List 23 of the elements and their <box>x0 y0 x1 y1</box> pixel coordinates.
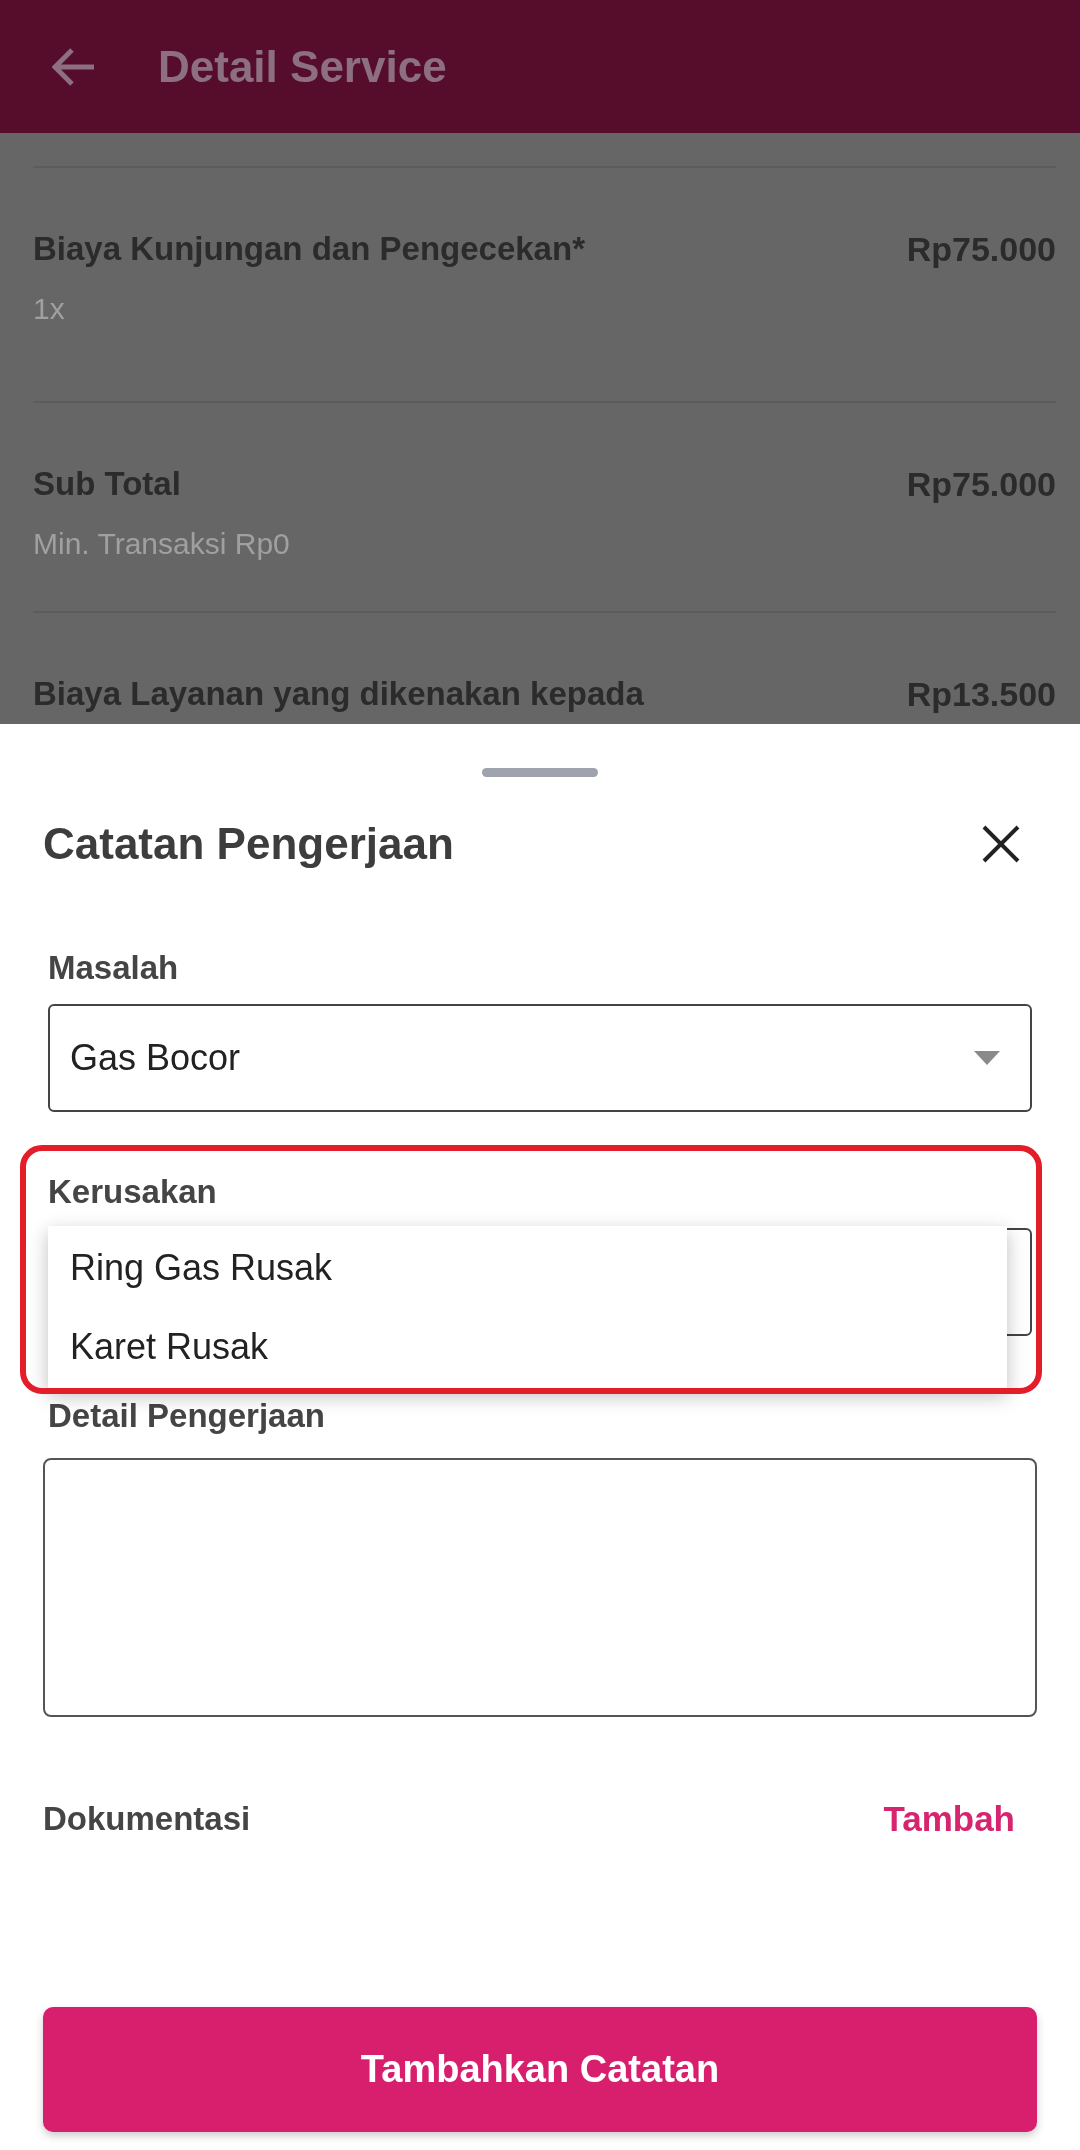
fee-note: Min. Transaksi Rp0 <box>33 526 290 562</box>
field-label: Kerusakan <box>48 1172 218 1212</box>
section-label: Dokumentasi <box>43 1800 251 1838</box>
fee-note: 1x <box>33 291 66 327</box>
close-icon[interactable] <box>981 824 1021 864</box>
menu-option[interactable]: Karet Rusak <box>48 1307 1007 1386</box>
drag-handle[interactable] <box>482 768 598 777</box>
field-label: Masalah <box>48 948 180 988</box>
dropdown-field[interactable]: Gas Bocor <box>48 1004 1032 1112</box>
menu-option[interactable]: Ring Gas Rusak <box>48 1228 1007 1307</box>
fee-amount: Rp75.000 <box>906 229 1056 270</box>
add-link[interactable]: Tambah <box>883 1799 1015 1839</box>
screen-title: Detail Service <box>158 41 447 92</box>
submit-button[interactable]: Tambahkan Catatan <box>43 2007 1037 2132</box>
fee-amount: Rp13.500 <box>906 674 1056 715</box>
fee-name: Sub Total <box>33 464 182 504</box>
field-label: Detail Pengerjaan <box>48 1396 326 1436</box>
back-arrow-icon[interactable] <box>52 46 96 87</box>
sheet-title: Catatan Pengerjaan <box>43 819 454 869</box>
fee-name: Biaya Kunjungan dan Pengecekan* <box>33 229 585 269</box>
fee-name: Biaya Layanan yang dikenakan kepada <box>33 674 644 714</box>
dropdown-caret-icon <box>974 1051 1000 1065</box>
fee-amount: Rp75.000 <box>906 464 1056 505</box>
